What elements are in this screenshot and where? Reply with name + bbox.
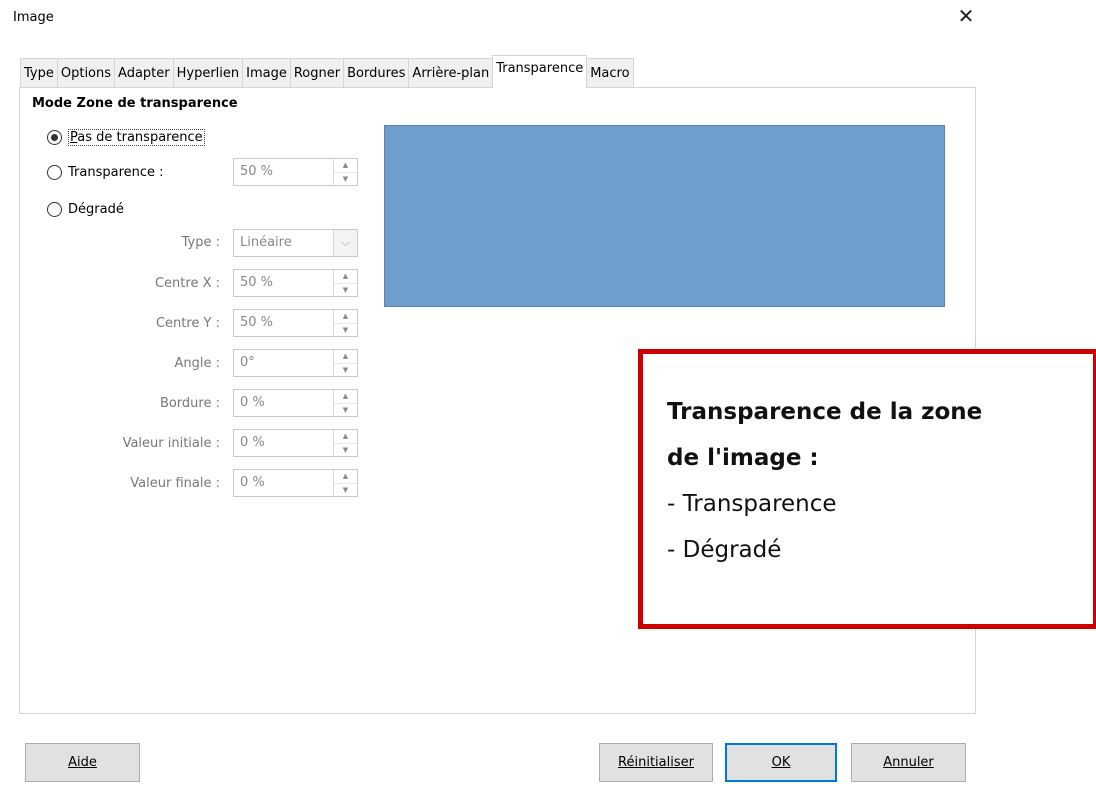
spin-updown-icon[interactable]: ▲ ▼ <box>333 390 357 416</box>
center-y-label: Centre Y : <box>155 316 220 331</box>
spin-updown-icon[interactable]: ▲ ▼ <box>333 310 357 336</box>
radio-gradient[interactable]: Dégradé <box>47 199 124 219</box>
radio-label: Dégradé <box>68 201 124 217</box>
spin-value[interactable]: 50 % <box>234 310 333 336</box>
tab-hyperlien[interactable]: Hyperlien <box>172 58 244 88</box>
radio-button[interactable] <box>47 164 62 180</box>
spin-value[interactable]: 0 % <box>234 390 333 416</box>
cancel-button[interactable]: Annuler <box>851 743 966 782</box>
spin-updown-icon[interactable]: ▲ ▼ <box>333 270 357 296</box>
radio-transparency[interactable]: Transparence : <box>47 162 164 182</box>
callout-line: - Transparence <box>667 491 837 517</box>
border-label: Bordure : <box>159 396 220 411</box>
button-label: Réinitialiser <box>618 755 694 770</box>
tab-options[interactable]: Options <box>56 58 116 88</box>
spin-updown-icon[interactable]: ▲ ▼ <box>333 159 357 185</box>
tab-transparence[interactable]: Transparence <box>492 55 588 88</box>
angle-label: Angle : <box>174 356 220 371</box>
transparency-preview <box>384 125 945 307</box>
tab-bordures[interactable]: Bordures <box>343 58 410 88</box>
end-value-spinbox[interactable]: 0 % ▲ ▼ <box>233 469 358 497</box>
angle-spinbox[interactable]: 0° ▲ ▼ <box>233 349 358 377</box>
spin-value[interactable]: 0° <box>234 350 333 376</box>
transparency-spinbox[interactable]: 50 % ▲ ▼ <box>233 158 358 186</box>
select-value[interactable]: Linéaire <box>234 230 333 256</box>
tab-arriere-plan[interactable]: Arrière-plan <box>408 58 494 88</box>
ok-button[interactable]: OK <box>725 743 837 782</box>
end-value-label: Valeur finale : <box>130 476 220 491</box>
tab-type[interactable]: Type <box>20 58 58 88</box>
center-x-spinbox[interactable]: 50 % ▲ ▼ <box>233 269 358 297</box>
spin-value[interactable]: 50 % <box>234 270 333 296</box>
radio-no-transparency[interactable]: Pas de transparence <box>47 127 205 147</box>
button-label: Annuler <box>883 755 934 770</box>
spin-updown-icon[interactable]: ▲ ▼ <box>333 350 357 376</box>
tab-bar: Type Options Adapter Hyperlien Image Rog… <box>20 55 634 88</box>
section-title: Mode Zone de transparence <box>32 96 238 111</box>
spin-value[interactable]: 0 % <box>234 470 333 496</box>
spin-value[interactable]: 0 % <box>234 430 333 456</box>
radio-label: Pas de transparence <box>68 128 205 146</box>
radio-label: Transparence : <box>68 164 164 180</box>
button-label: OK <box>771 755 791 770</box>
chevron-down-icon[interactable]: ⌵ <box>333 230 357 256</box>
border-spinbox[interactable]: 0 % ▲ ▼ <box>233 389 358 417</box>
callout-line: - Dégradé <box>667 537 782 563</box>
spin-updown-icon[interactable]: ▲ ▼ <box>333 470 357 496</box>
window-title: Image <box>13 10 54 25</box>
gradient-type-label: Type : <box>181 235 220 250</box>
callout-line: Transparence de la zone <box>667 399 983 425</box>
reset-button[interactable]: Réinitialiser <box>599 743 713 782</box>
center-x-label: Centre X : <box>154 276 220 291</box>
tab-rogner[interactable]: Rogner <box>289 58 345 88</box>
radio-button[interactable] <box>47 201 62 217</box>
tab-macro[interactable]: Macro <box>586 58 634 88</box>
spin-value[interactable]: 50 % <box>234 159 333 185</box>
callout-line: de l'image : <box>667 445 819 471</box>
help-button[interactable]: Aide <box>25 743 140 782</box>
button-label: Aide <box>68 755 97 770</box>
start-value-spinbox[interactable]: 0 % ▲ ▼ <box>233 429 358 457</box>
center-y-spinbox[interactable]: 50 % ▲ ▼ <box>233 309 358 337</box>
tab-adapter[interactable]: Adapter <box>114 58 174 88</box>
radio-button-checked[interactable] <box>47 129 62 145</box>
spin-updown-icon[interactable]: ▲ ▼ <box>333 430 357 456</box>
start-value-label: Valeur initiale : <box>122 436 220 451</box>
gradient-type-select[interactable]: Linéaire ⌵ <box>233 229 358 257</box>
annotation-callout: Transparence de la zone de l'image : - T… <box>638 349 1096 629</box>
close-icon[interactable]: ✕ <box>955 4 977 28</box>
tab-image[interactable]: Image <box>242 58 291 88</box>
